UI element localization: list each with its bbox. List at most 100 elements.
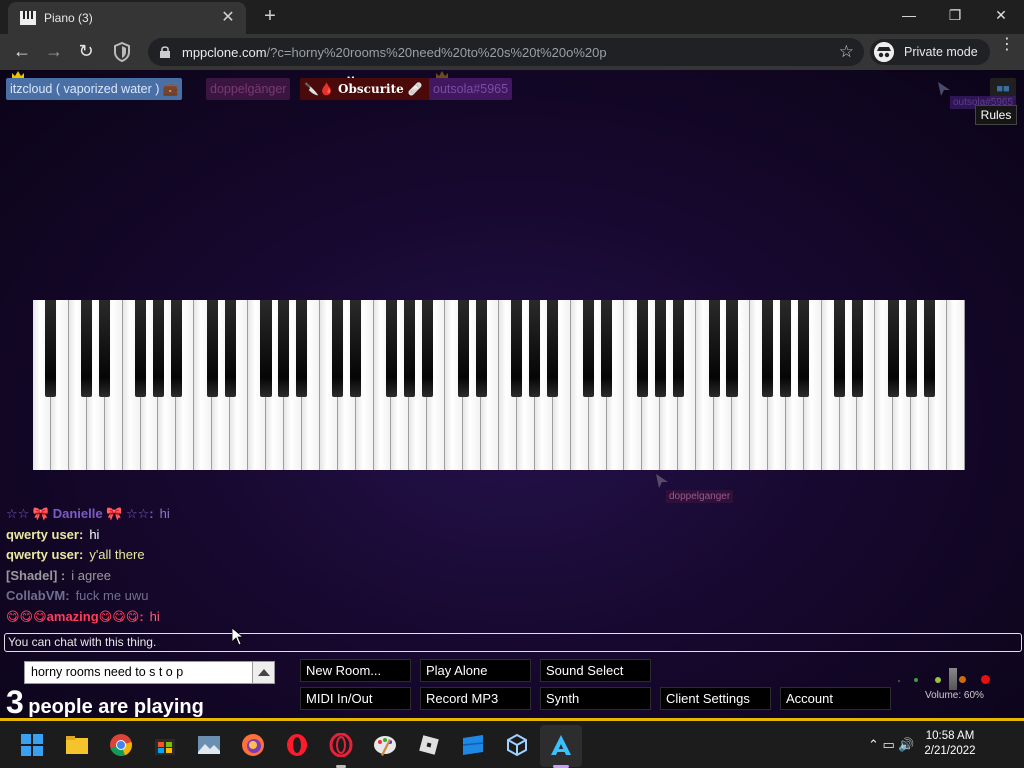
piano-black-key[interactable] [708,300,720,397]
chat-message: qwerty user: y'all there [6,545,406,566]
window-close-button[interactable]: ✕ [978,4,1024,28]
chat-author: CollabVM: [6,588,70,603]
mouse-pointer-icon [232,628,244,646]
participant-tag[interactable]: outsola#5965 [429,78,513,100]
chat-text: hi [149,608,160,624]
windows-flag-icon[interactable] [461,733,485,757]
browser-menu-icon[interactable]: ⋮ [998,37,1016,53]
synth-button[interactable]: Synth [540,687,651,710]
piano-black-key[interactable] [726,300,738,397]
opera-icon[interactable] [285,733,309,757]
piano-black-key[interactable] [260,300,272,397]
opera-gx-icon[interactable] [329,733,353,757]
remote-cursor-icon [656,474,668,488]
participant-tag[interactable]: itzcloud ( vaporized water ) 💼 [6,78,183,100]
volume-control[interactable]: Volume: 60% [892,660,1022,710]
volume-led [959,676,966,683]
piano-black-key[interactable] [583,300,595,397]
sound-select-button[interactable]: Sound Select [540,659,651,682]
piano-icon [20,11,36,25]
participant-tag[interactable]: doppelgänger [206,78,291,100]
shield-icon[interactable] [113,42,131,62]
virtualbox-icon[interactable] [505,733,529,757]
piano-black-key[interactable] [529,300,541,397]
piano-black-key[interactable] [762,300,774,397]
piano-black-key[interactable] [206,300,218,397]
record-mp3-button[interactable]: Record MP3 [420,687,531,710]
new-room-button[interactable]: New Room... [300,659,411,682]
maximize-button[interactable]: ❐ [932,4,978,28]
chrome-icon[interactable] [109,733,133,757]
roblox-icon[interactable] [417,733,441,757]
piano-black-key[interactable] [403,300,415,397]
taskbar-clock[interactable]: 10:58 AM 2/21/2022 [920,729,980,759]
store-icon[interactable] [153,733,177,757]
piano-black-key[interactable] [332,300,344,397]
chat-message: CollabVM: fuck me uwu [6,586,406,607]
dropdown-arrow-icon[interactable] [252,662,274,683]
tab-title: Piano (3) [44,11,93,25]
piano-black-key[interactable] [134,300,147,397]
piano-black-key[interactable] [278,300,290,397]
volume-slider-knob[interactable] [949,668,957,690]
rules-button[interactable]: Rules [975,105,1017,125]
piano-black-key[interactable] [511,300,523,397]
reload-button[interactable]: ↻ [73,40,99,64]
client-settings-button[interactable]: Client Settings [660,687,771,710]
private-mode-label: Private mode [904,45,978,59]
arc-app-icon[interactable] [549,733,573,757]
piano-black-key[interactable] [672,300,684,397]
piano-black-key[interactable] [923,300,935,397]
piano-black-key[interactable] [780,300,792,397]
piano-black-key[interactable] [905,300,917,397]
bookmark-star-icon[interactable]: ☆ [839,42,854,62]
account-button[interactable]: Account [780,687,891,710]
piano-black-key[interactable] [600,300,613,397]
piano-black-key[interactable] [385,300,397,397]
piano-black-key[interactable] [887,300,899,397]
piano-black-key[interactable] [152,300,164,397]
back-button[interactable]: ← [9,40,35,64]
chat-author: ☆☆ 🎀 Danielle 🎀 ☆☆: [6,506,154,521]
tab-close-icon[interactable]: ✕ [218,8,238,28]
piano-black-key[interactable] [296,300,308,397]
piano-black-key[interactable] [833,300,846,397]
chat-message: ☆☆ 🎀 Danielle 🎀 ☆☆: hi [6,504,406,525]
clock-date: 2/21/2022 [924,745,976,757]
firefox-icon[interactable] [241,733,265,757]
piano-black-key[interactable] [350,300,362,397]
forward-button[interactable]: → [41,40,67,64]
piano-black-key[interactable] [547,300,559,397]
room-select[interactable]: horny rooms need to s t o p [24,661,275,684]
piano-white-key[interactable] [947,300,965,470]
system-tray[interactable]: ⌃ ▭ 🔊 [868,737,915,753]
piano-black-key[interactable] [798,300,810,397]
minimize-button[interactable]: — [886,4,932,28]
piano-black-key[interactable] [170,300,182,397]
player-count: 3 people are playing [6,684,204,718]
address-bar[interactable]: mppclone.com/?c=horny%20rooms%20need%20t… [148,38,864,66]
windows-start-icon[interactable] [20,733,44,757]
player-count-text: people are playing [28,696,204,718]
photos-icon[interactable] [197,733,221,757]
piano-black-key[interactable] [45,300,57,397]
tab-piano[interactable]: Piano (3) ✕ [8,2,246,34]
piano-black-key[interactable] [475,300,487,397]
play-alone-button[interactable]: Play Alone [420,659,531,682]
participant-tag-self[interactable]: 🔪🩸 Obscurite 🩹 💀 [300,78,446,100]
piano-black-key[interactable] [636,300,648,397]
piano-black-key[interactable] [851,300,863,397]
piano-black-key[interactable] [224,300,236,397]
chat-input[interactable]: You can chat with this thing. [4,633,1022,652]
paint-icon[interactable] [373,733,397,757]
player-count-number: 3 [6,684,24,718]
private-mode-badge[interactable]: Private mode [870,39,990,65]
piano-black-key[interactable] [99,300,111,397]
piano-black-key[interactable] [457,300,469,397]
new-tab-button[interactable]: + [258,5,282,29]
piano-black-key[interactable] [654,300,666,397]
file-explorer-icon[interactable] [65,733,89,757]
piano-black-key[interactable] [421,300,433,397]
piano-black-key[interactable] [81,300,93,397]
midi-button[interactable]: MIDI In/Out [300,687,411,710]
